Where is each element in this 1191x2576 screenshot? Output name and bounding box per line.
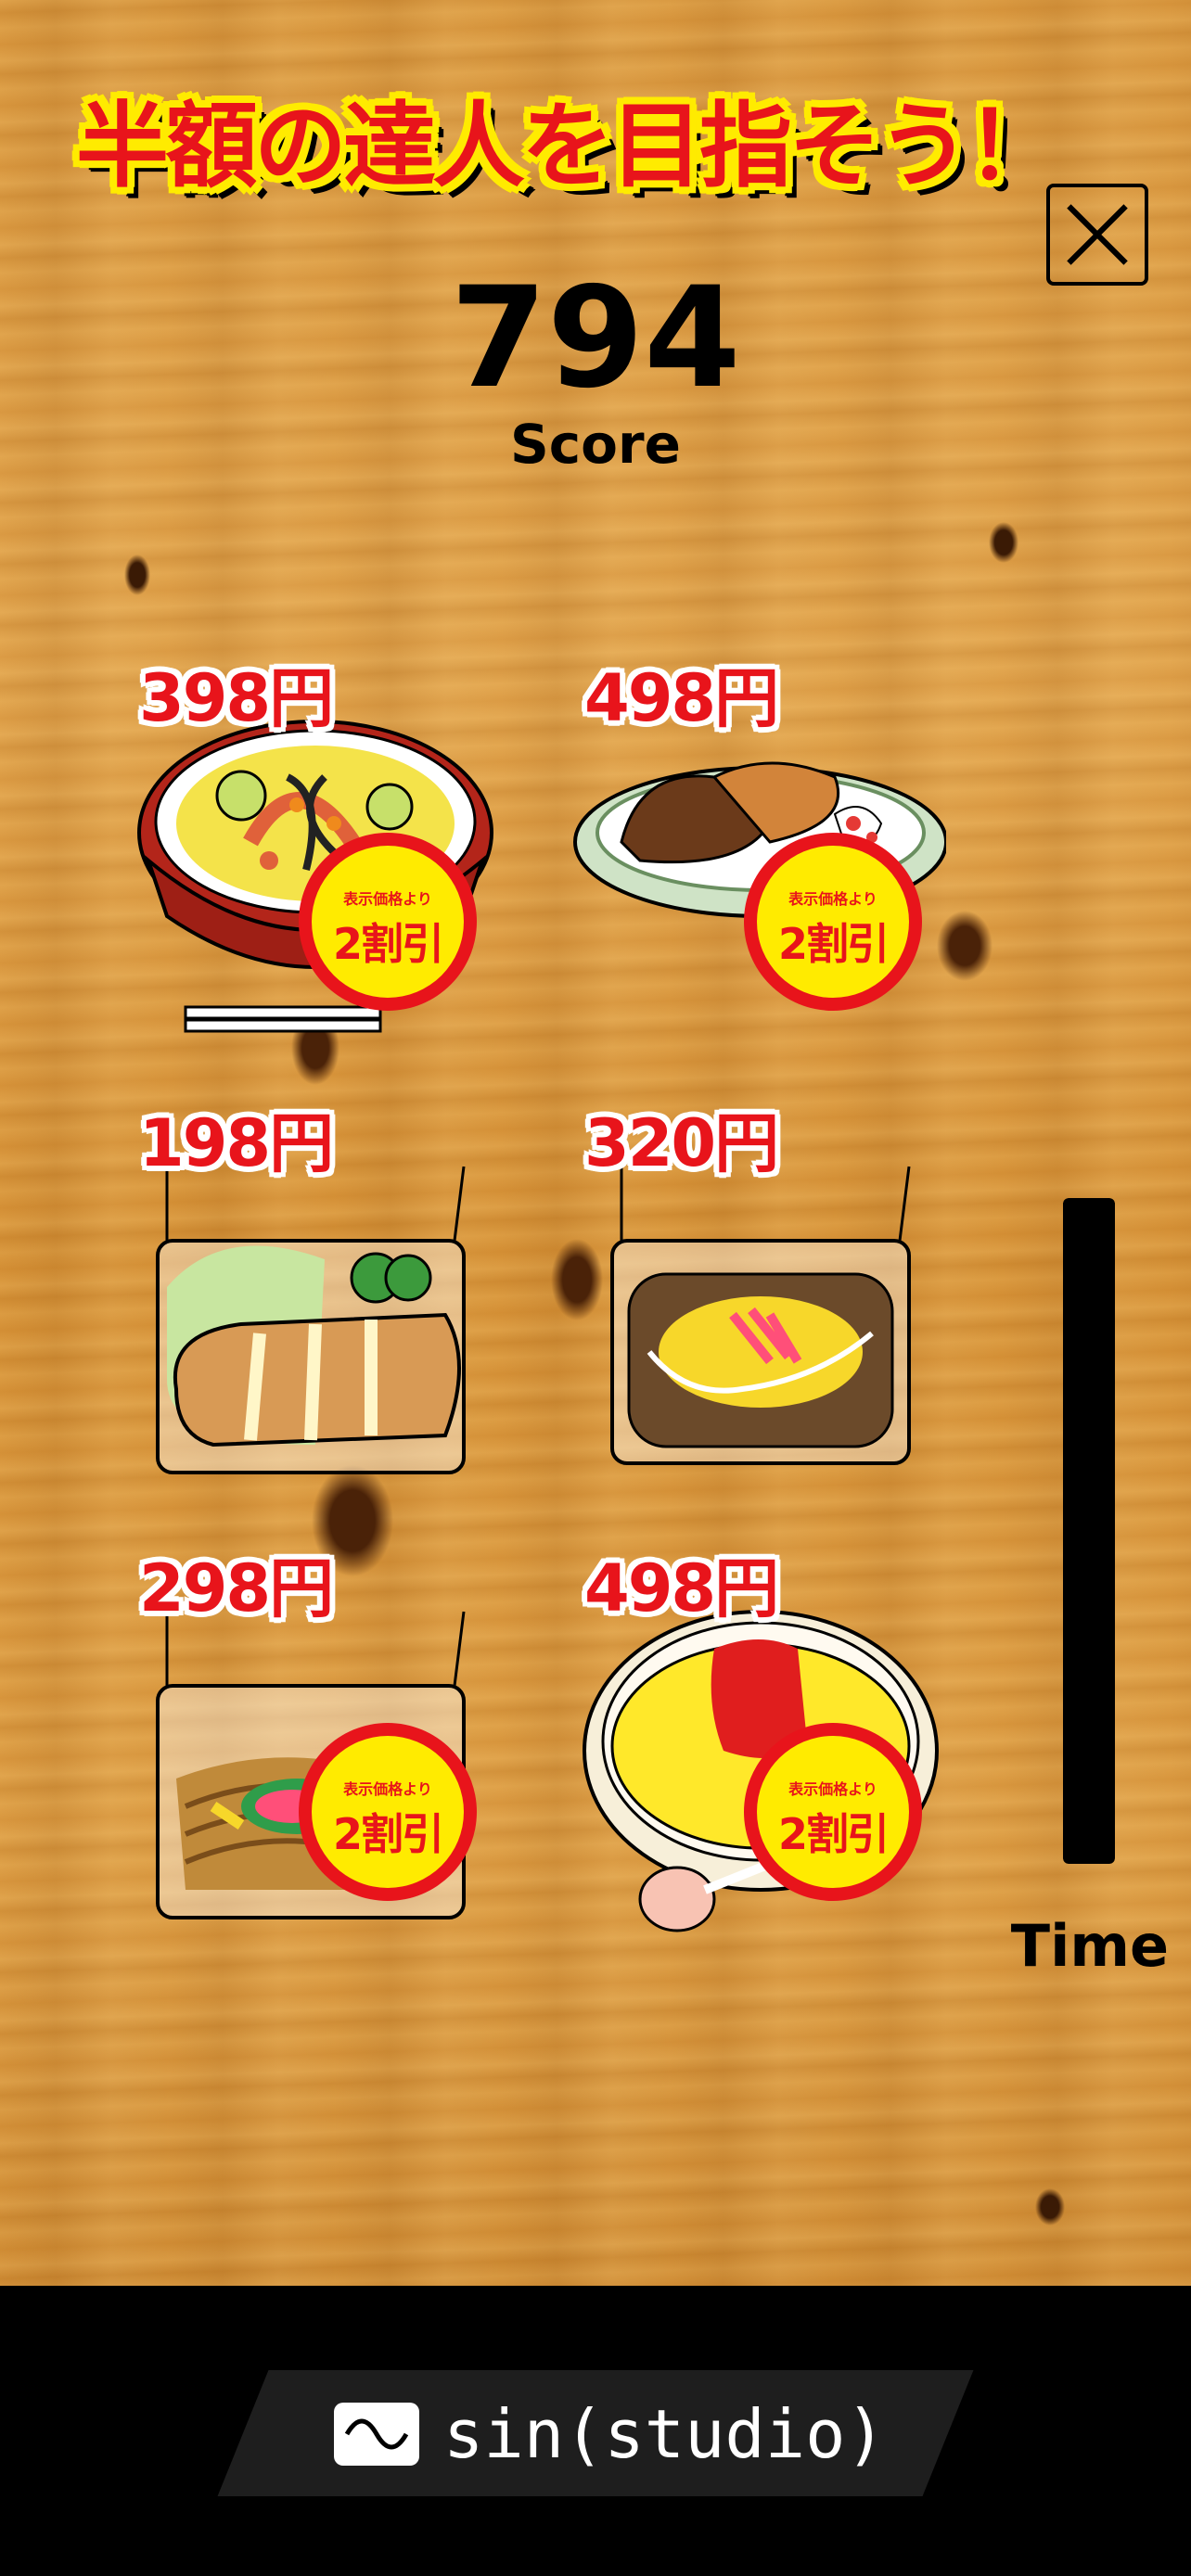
score-value: 794 <box>450 258 741 419</box>
discount-badge: 表示価格より 2割引 <box>297 1721 479 1903</box>
food-item-tonkatsu[interactable]: 198円 <box>111 1111 501 1500</box>
close-icon <box>1067 204 1128 265</box>
food-item-omurice[interactable]: 498円 表示価格より 2割引 <box>557 1556 946 1945</box>
price-label: 398円 <box>139 660 334 736</box>
time-label: Time <box>1010 1912 1169 1980</box>
discount-badge: 表示価格より 2割引 <box>742 831 924 1013</box>
discount-badge: 表示価格より 2割引 <box>297 831 479 1013</box>
badge-discount-text: 2割引 <box>777 919 890 969</box>
price-label: 498円 <box>584 1550 779 1626</box>
tonkatsu-box-image <box>156 1166 466 1474</box>
badge-discount-text: 2割引 <box>332 919 444 969</box>
food-item-yakisoba[interactable]: 298円 表示価格より 2割引 <box>111 1556 501 1945</box>
food-item-curry[interactable]: 498円 表示価格より 2割引 <box>557 666 946 1055</box>
badge-caption: 表示価格より <box>788 890 877 908</box>
badge-caption: 表示価格より <box>788 1780 877 1798</box>
food-item-ramen[interactable]: 398円 表示価格より 2割引 <box>111 666 501 1055</box>
brand-link[interactable]: sin(studio) <box>334 2392 886 2476</box>
price-label: 320円 <box>584 1105 779 1181</box>
food-item-okonomiyaki[interactable]: 320円 <box>557 1111 946 1500</box>
brand-name: sin(studio) <box>443 2395 886 2473</box>
price-label: 298円 <box>139 1550 334 1626</box>
okonomiyaki-box-image <box>610 1166 911 1465</box>
badge-discount-text: 2割引 <box>332 1809 444 1859</box>
discount-badge: 表示価格より 2割引 <box>742 1721 924 1903</box>
badge-discount-text: 2割引 <box>777 1809 890 1859</box>
time-bar-fill <box>1063 1198 1115 1864</box>
time-bar <box>1063 1198 1115 1864</box>
sine-wave-icon <box>334 2403 419 2466</box>
price-label: 198円 <box>139 1105 334 1181</box>
score-label: Score <box>510 413 681 476</box>
badge-caption: 表示価格より <box>343 1780 432 1798</box>
badge-caption: 表示価格より <box>343 890 432 908</box>
price-label: 498円 <box>584 660 779 736</box>
game-title: 半額の達人を目指そう！ <box>76 92 1059 200</box>
